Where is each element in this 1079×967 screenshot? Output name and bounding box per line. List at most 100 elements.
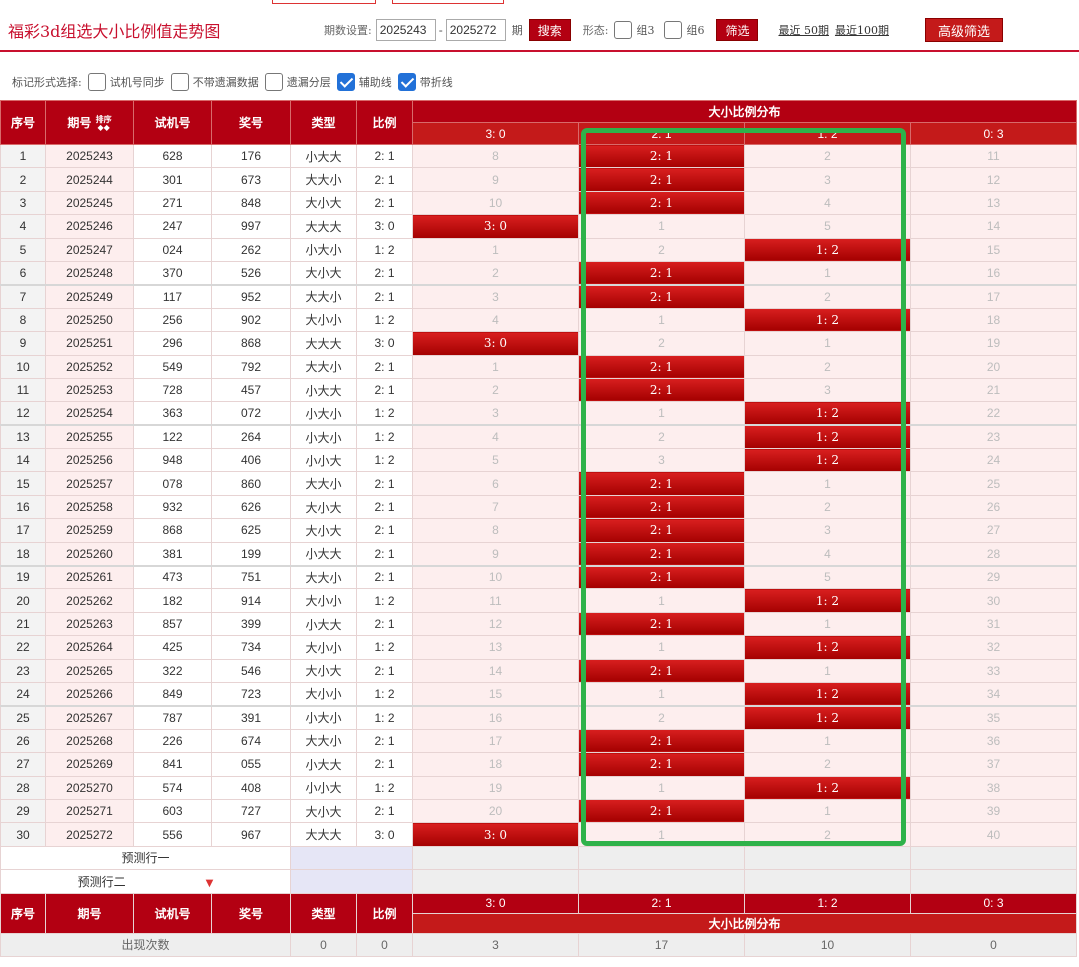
dist-miss-cell: 8	[412, 143, 579, 169]
dist-miss-cell: 31	[909, 611, 1078, 637]
row-type: 大大大	[290, 331, 357, 356]
advanced-filter-button[interactable]: 高级筛选	[924, 18, 1003, 42]
count-2-1: 17	[578, 932, 745, 957]
row-issue: 2025263	[45, 611, 134, 637]
trial-sync-checkbox[interactable]	[87, 73, 106, 91]
issue-suffix: 期	[511, 24, 523, 37]
row-seq: 16	[0, 494, 46, 520]
row-ratio: 3: 0	[356, 331, 413, 356]
row-trial: 024	[133, 237, 212, 262]
predict-row-1-cell[interactable]	[909, 845, 1078, 871]
dist-miss-cell: 3	[744, 518, 911, 543]
count-3-0: 3	[412, 932, 579, 957]
top-tab-stub-1[interactable]	[272, 0, 376, 4]
guide-line-checkbox[interactable]	[336, 73, 355, 91]
row-prize: 674	[211, 728, 291, 754]
dist-hit-cell: 2: 1	[578, 471, 745, 496]
dist-hit-cell: 2: 1	[578, 611, 745, 637]
dist-miss-cell: 40	[909, 822, 1078, 847]
footer-ratio-header: 比例	[356, 892, 413, 934]
dist-miss-cell: 9	[412, 541, 579, 567]
table-row: 22 2025264 425 734 大小小 1: 2 13 1 1: 2 32	[0, 635, 1078, 660]
dist-col-3-0: 3: 0	[412, 122, 579, 145]
row-ratio: 2: 1	[356, 167, 413, 192]
issue-from-input[interactable]: 2025243	[375, 19, 436, 41]
row-type: 大小小	[290, 681, 357, 707]
row-trial: 787	[133, 704, 212, 730]
row-seq: 6	[0, 260, 46, 286]
group3-checkbox[interactable]	[614, 21, 633, 39]
row-issue: 2025258	[45, 494, 134, 520]
row-prize: 673	[211, 167, 291, 192]
predict-row-1-cell[interactable]	[578, 845, 745, 871]
missing-layer-checkbox[interactable]	[264, 73, 283, 91]
dist-miss-cell: 16	[412, 704, 579, 730]
predict-row-1-cell[interactable]	[412, 845, 579, 871]
row-prize: 264	[211, 424, 291, 450]
no-missing-data-label: 不带遗漏数据	[192, 76, 259, 89]
row-trial: 549	[133, 354, 212, 379]
dist-miss-cell: 11	[909, 143, 1078, 169]
row-seq: 26	[0, 728, 46, 754]
row-issue: 2025253	[45, 377, 134, 403]
no-missing-data-checkbox[interactable]	[170, 73, 189, 91]
row-type: 大小小	[290, 588, 357, 613]
predict-row-1-cell[interactable]	[744, 845, 911, 871]
dist-miss-cell: 2	[744, 752, 911, 777]
row-trial: 296	[133, 331, 212, 356]
dist-miss-cell: 1	[744, 798, 911, 824]
recent-50-link[interactable]: 最近 50期	[778, 22, 829, 38]
dist-hit-cell: 2: 1	[578, 260, 745, 286]
dist-miss-cell: 7	[412, 494, 579, 520]
dist-miss-cell: 19	[412, 775, 579, 800]
recent-100-link[interactable]: 最近100期	[835, 22, 889, 38]
table-row: 20 2025262 182 914 大小小 1: 2 11 1 1: 2 30	[0, 588, 1078, 613]
row-trial: 628	[133, 143, 212, 169]
dist-miss-cell: 1	[744, 471, 911, 496]
dist-miss-cell: 1	[412, 237, 579, 262]
mark-style-bar: 标记形式选择: 试机号同步 不带遗漏数据 遗漏分层 辅助线 带折线	[0, 64, 1079, 100]
table-row: 26 2025268 226 674 大大小 2: 1 17 2: 1 1 36	[0, 728, 1078, 754]
polyline-checkbox[interactable]	[397, 73, 416, 91]
row-ratio: 2: 1	[356, 611, 413, 637]
dist-miss-cell: 5	[412, 448, 579, 473]
row-trial: 247	[133, 214, 212, 239]
row-type: 大小大	[290, 658, 357, 683]
row-seq: 30	[0, 822, 46, 847]
dist-miss-cell: 4	[744, 190, 911, 216]
dist-miss-cell: 1	[412, 354, 579, 379]
search-button[interactable]: 搜索	[528, 19, 571, 41]
row-ratio: 1: 2	[356, 237, 413, 262]
predict-row-1-input[interactable]	[290, 845, 413, 871]
row-trial: 117	[133, 283, 212, 309]
dist-hit-cell: 3: 0	[412, 331, 579, 356]
row-issue: 2025260	[45, 541, 134, 567]
row-type: 大大小	[290, 564, 357, 590]
filter-button[interactable]: 筛选	[716, 19, 759, 41]
row-trial: 932	[133, 494, 212, 520]
row-issue: 2025261	[45, 564, 134, 590]
dist-hit-cell: 1: 2	[744, 588, 911, 613]
table-row: 3 2025245 271 848 大小大 2: 1 10 2: 1 4 13	[0, 190, 1078, 216]
dist-miss-cell: 4	[744, 541, 911, 567]
table-row: 25 2025267 787 391 小大小 1: 2 16 2 1: 2 35	[0, 704, 1078, 730]
dist-miss-cell: 3	[744, 167, 911, 192]
top-tab-stub-2[interactable]	[392, 0, 504, 4]
predict-row-2-input[interactable]	[290, 869, 413, 894]
predict-row-2-cell[interactable]	[744, 869, 911, 894]
table-row: 7 2025249 117 952 大大小 2: 1 3 2: 1 2 17	[0, 283, 1078, 309]
sort-icon[interactable]: 排序 ◆◆	[96, 115, 112, 131]
predict-row-2-cell[interactable]	[578, 869, 745, 894]
col-issue-header[interactable]: 期号 排序 ◆◆	[45, 100, 134, 145]
row-seq: 11	[0, 377, 46, 403]
predict-row-2-cell[interactable]	[909, 869, 1078, 894]
arrow-down-icon[interactable]: ▼	[206, 878, 214, 889]
row-type: 大大小	[290, 728, 357, 754]
issue-to-input[interactable]: 2025272	[445, 19, 506, 41]
dist-miss-cell: 21	[909, 377, 1078, 403]
group6-checkbox[interactable]	[664, 21, 683, 39]
dist-hit-cell: 2: 1	[578, 798, 745, 824]
dist-miss-cell: 2	[744, 143, 911, 169]
dist-miss-cell: 12	[909, 167, 1078, 192]
predict-row-2-cell[interactable]	[412, 869, 579, 894]
